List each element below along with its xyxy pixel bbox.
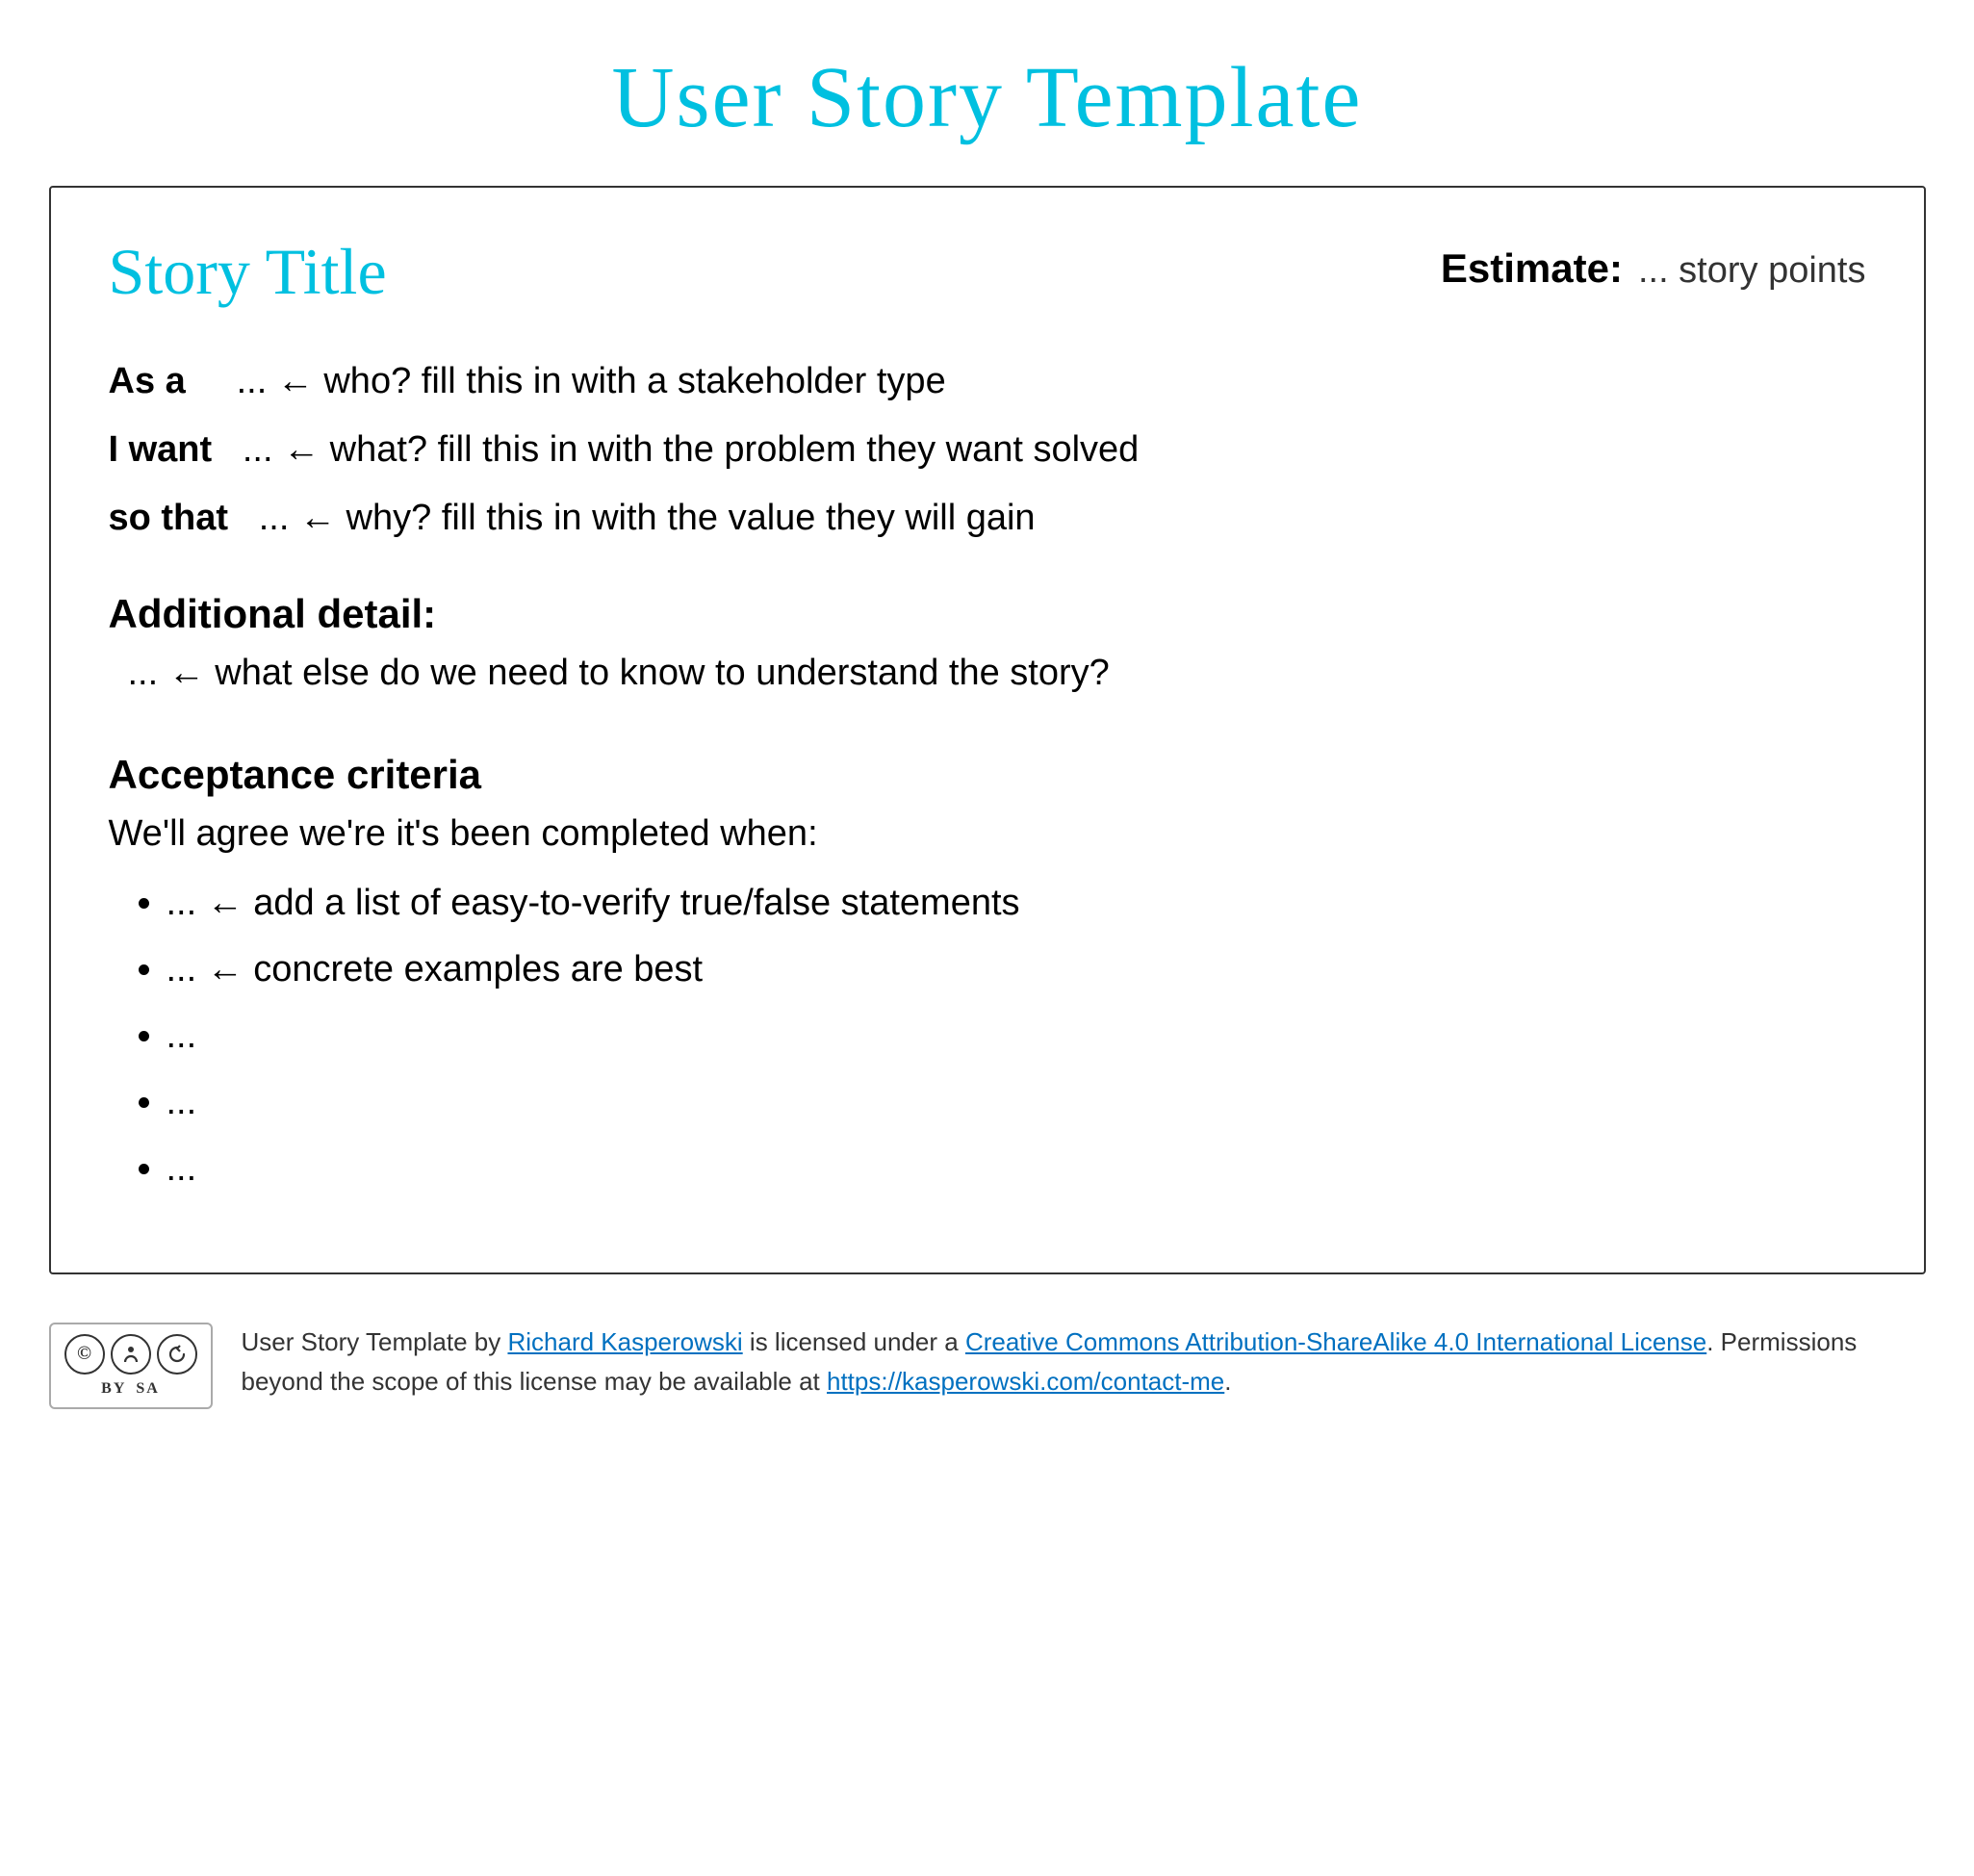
criteria-item: ... <box>167 1077 1866 1128</box>
card-header: Story Title Estimate: ... story points <box>109 234 1866 310</box>
by-label: BY <box>101 1380 126 1398</box>
license-link[interactable]: Creative Commons Attribution-ShareAlike … <box>965 1327 1706 1356</box>
estimate-value: ... story points <box>1638 250 1866 292</box>
estimate-block: Estimate: ... story points <box>1441 234 1866 292</box>
contact-link[interactable]: https://kasperowski.com/contact-me <box>827 1367 1224 1396</box>
page-title: User Story Template <box>612 29 1363 147</box>
author-link[interactable]: Richard Kasperowski <box>507 1327 742 1356</box>
as-a-keyword: As a <box>109 361 186 401</box>
story-line-i-want: I want ... ← what? fill this in with the… <box>109 424 1866 475</box>
so-that-keyword: so that <box>109 498 229 538</box>
criteria-item: ... ← add a list of easy-to-verify true/… <box>167 878 1866 929</box>
cc-icon: © <box>64 1334 105 1375</box>
footer-end: . <box>1224 1367 1231 1396</box>
so-that-text: ... ← why? fill this in with the value t… <box>259 498 1036 538</box>
i-want-text: ... ← what? fill this in with the proble… <box>243 429 1139 470</box>
criteria-item: ... <box>167 1011 1866 1062</box>
criteria-list: ... ← add a list of easy-to-verify true/… <box>109 878 1866 1195</box>
story-lines: As a ... ← who? fill this in with a stak… <box>109 356 1866 545</box>
story-line-so-that: so that ... ← why? fill this in with the… <box>109 493 1866 544</box>
i-want-keyword: I want <box>109 429 213 470</box>
as-a-text: ... ← who? fill this in with a stakehold… <box>237 361 946 401</box>
estimate-label: Estimate: <box>1441 245 1623 292</box>
criteria-item: ... <box>167 1144 1866 1195</box>
story-title: Story Title <box>109 234 387 310</box>
cc-badge: © BY SA <box>49 1323 213 1409</box>
additional-detail-text: ... ← what else do we need to know to un… <box>109 653 1866 694</box>
acceptance-intro: We'll agree we're it's been completed wh… <box>109 813 1866 855</box>
criteria-item: ... ← concrete examples are best <box>167 944 1866 995</box>
footer-middle: is licensed under a <box>743 1327 965 1356</box>
additional-detail-section: Additional detail: ... ← what else do we… <box>109 591 1866 694</box>
by-icon <box>111 1334 151 1375</box>
story-card: Story Title Estimate: ... story points A… <box>49 186 1926 1274</box>
story-line-as-a: As a ... ← who? fill this in with a stak… <box>109 356 1866 407</box>
sa-icon <box>157 1334 197 1375</box>
sa-label: SA <box>136 1380 159 1398</box>
footer-text: User Story Template by Richard Kasperows… <box>242 1323 1926 1402</box>
acceptance-criteria-section: Acceptance criteria We'll agree we're it… <box>109 752 1866 1195</box>
footer-prefix: User Story Template by <box>242 1327 508 1356</box>
additional-detail-label: Additional detail: <box>109 591 1866 637</box>
footer: © BY SA User Sto <box>49 1313 1926 1419</box>
acceptance-criteria-label: Acceptance criteria <box>109 752 1866 798</box>
